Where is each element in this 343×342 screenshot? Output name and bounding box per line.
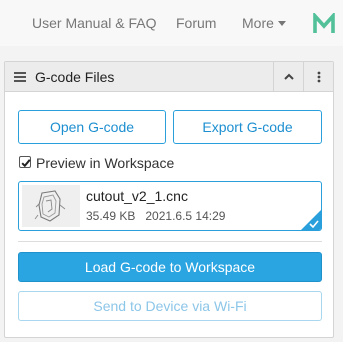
nav-more-dropdown[interactable]: More [242,15,286,31]
checkmark-icon [21,159,31,168]
divider [18,241,322,242]
top-navigation: User Manual & FAQ Forum More [0,0,343,46]
file-thumbnail [22,185,80,227]
toolpath-preview-icon [34,190,66,222]
panel-title: G-code Files [35,69,115,85]
send-to-device-wifi-button[interactable]: Send to Device via Wi-Fi [18,291,322,321]
file-size: 35.49 KB [86,209,136,223]
nav-link-forum[interactable]: Forum [176,15,216,31]
gcode-file-item[interactable]: cutout_v2_1.cnc 35.49 KB 2021.6.5 14:29 [18,181,322,231]
export-gcode-button[interactable]: Export G-code [173,110,322,144]
load-gcode-to-workspace-button[interactable]: Load G-code to Workspace [18,252,322,282]
collapse-button[interactable] [273,62,303,91]
preview-label: Preview in Workspace [36,155,175,171]
preview-checkbox[interactable] [19,156,31,168]
nav-more-label: More [242,15,274,31]
drag-handle-icon[interactable] [14,72,26,82]
more-vertical-icon [317,71,321,83]
panel-header: G-code Files [5,62,333,92]
gcode-files-panel: G-code Files Open G-code Export G-code P… [4,61,334,338]
app-logo-icon [313,13,335,33]
selected-check-icon [309,220,319,228]
caret-down-icon [277,21,286,26]
chevron-up-icon [284,73,294,80]
nav-link-user-manual[interactable]: User Manual & FAQ [32,15,157,31]
file-date: 2021.6.5 14:29 [145,209,226,223]
file-name: cutout_v2_1.cnc [86,188,188,204]
file-meta: 35.49 KB 2021.6.5 14:29 [86,209,225,223]
panel-menu-button[interactable] [303,62,333,91]
open-gcode-button[interactable]: Open G-code [18,110,166,144]
